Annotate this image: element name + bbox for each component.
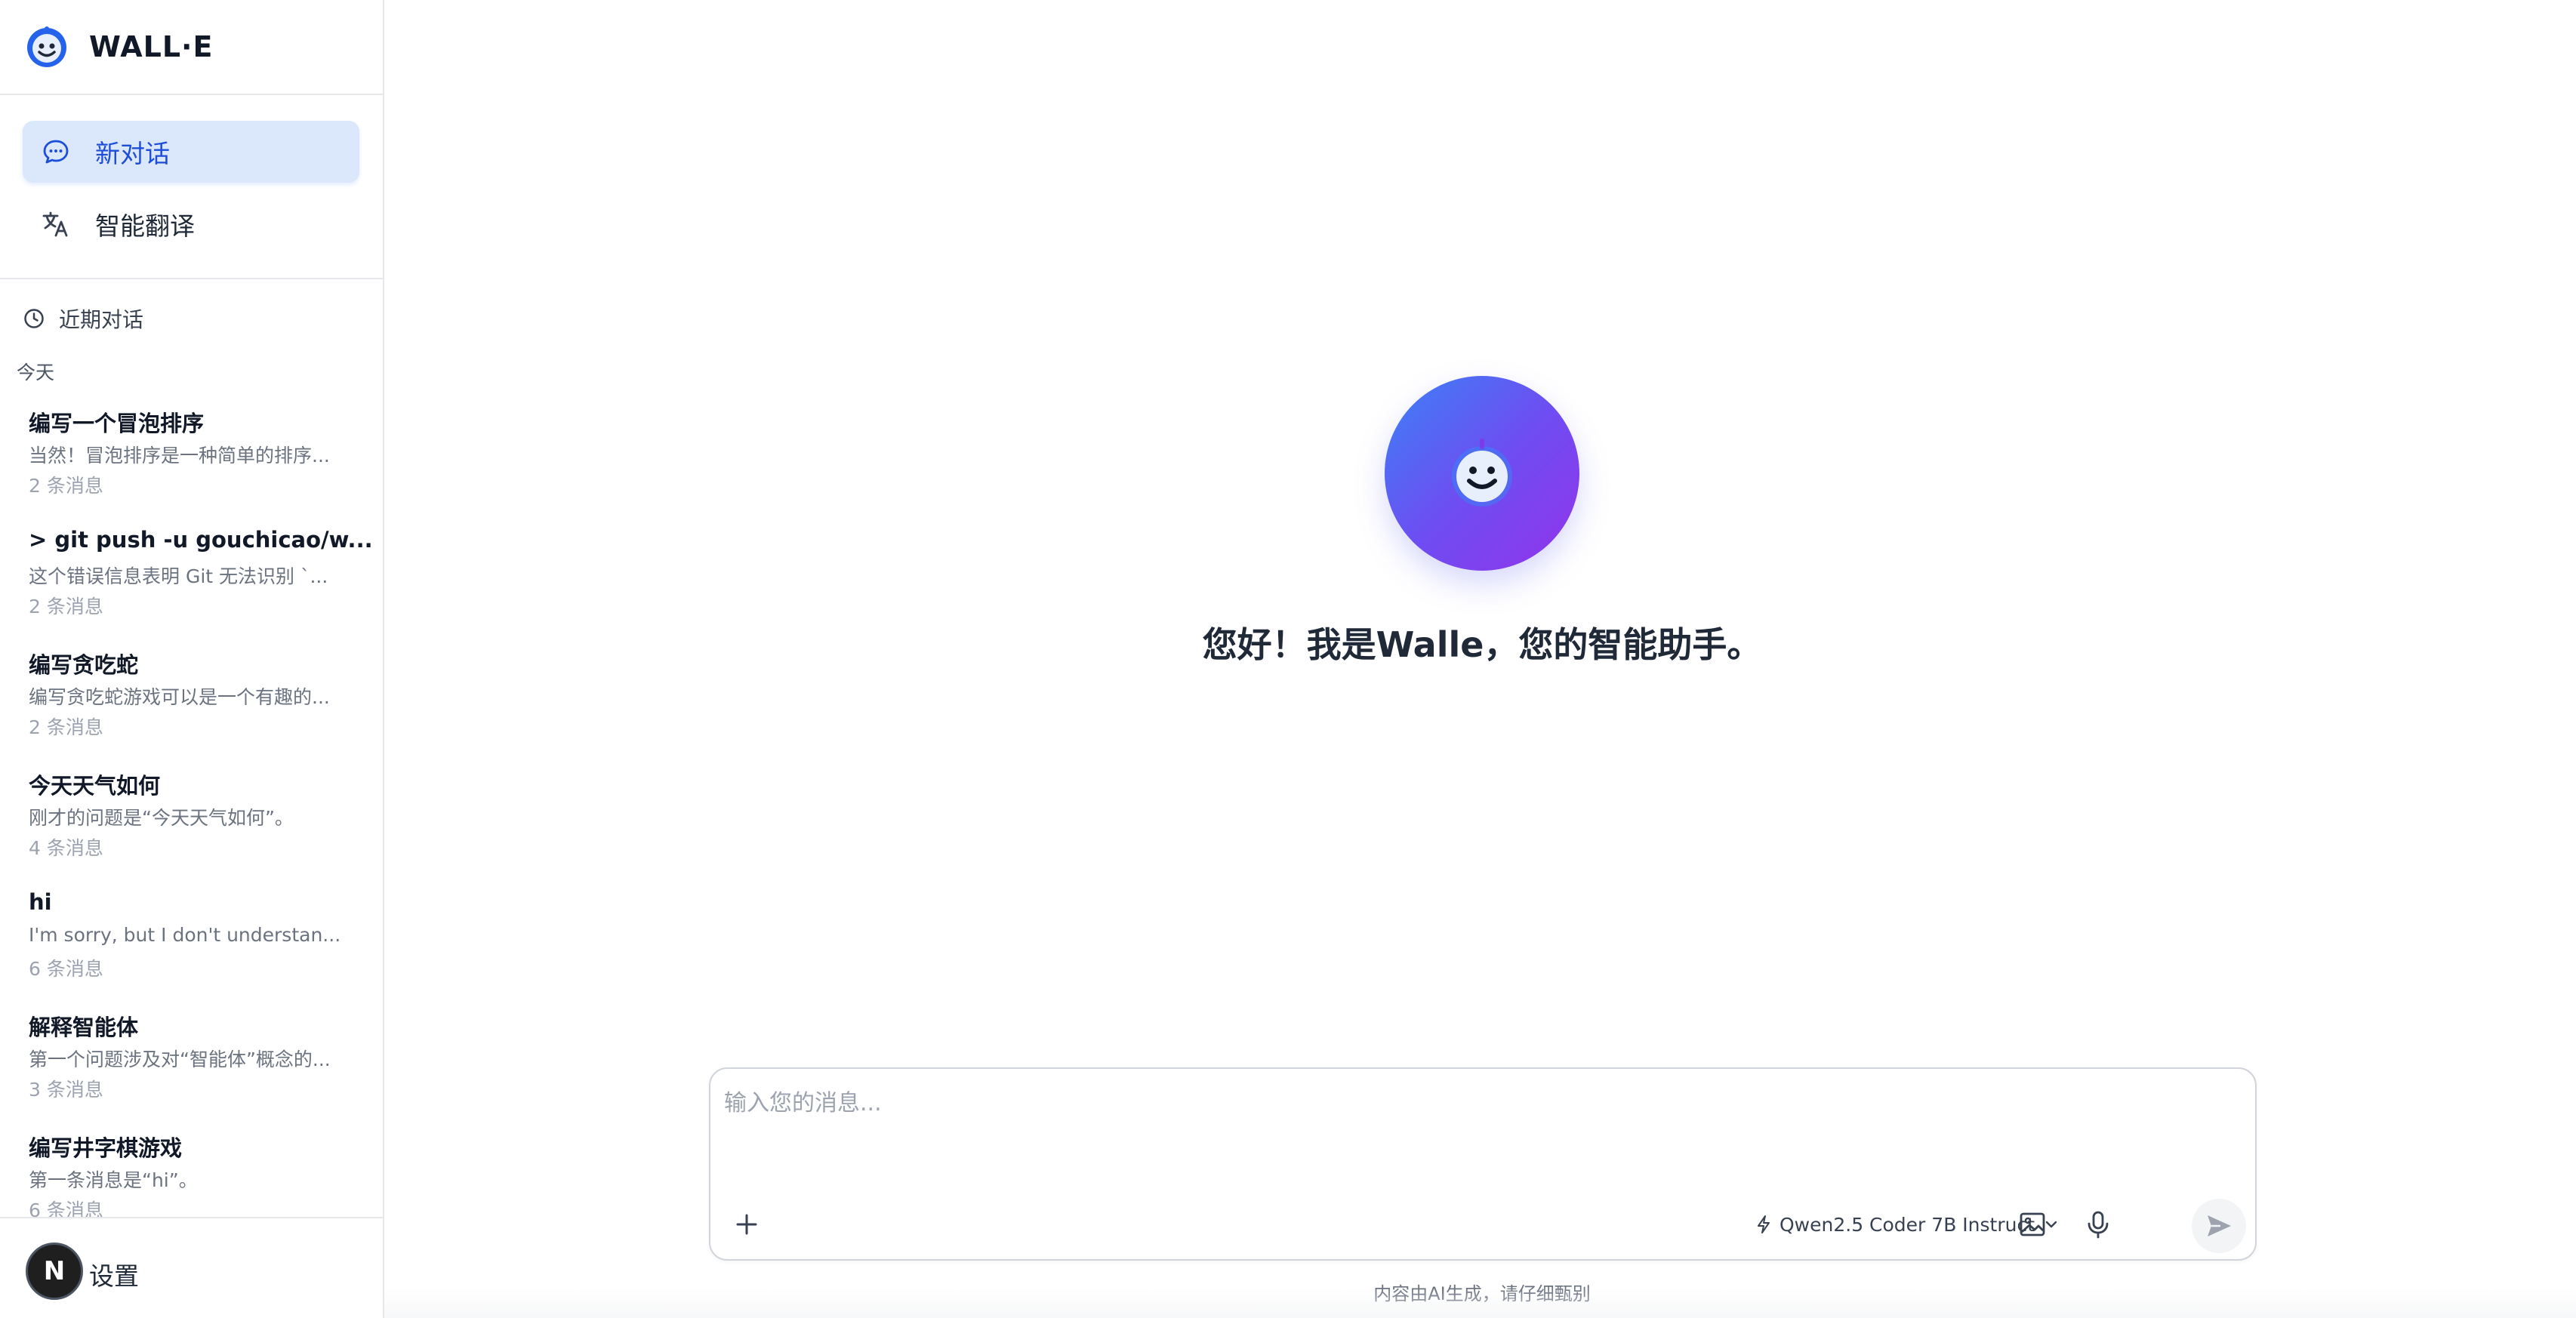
translate-button[interactable]: 智能翻译 — [23, 193, 359, 255]
clock-icon — [24, 309, 44, 328]
avatar-letter: N — [43, 1256, 66, 1286]
microphone-icon — [2088, 1211, 2109, 1239]
image-upload-button[interactable] — [2013, 1205, 2052, 1244]
app-name: WALL·E — [89, 30, 214, 63]
send-button[interactable] — [2192, 1199, 2246, 1253]
lightning-icon — [1758, 1215, 1770, 1233]
recent-header: 近期对话 — [23, 303, 143, 334]
date-group-label: 今天 — [17, 362, 55, 383]
conversation-title: 编写贪吃蛇 — [29, 652, 139, 678]
conversation-preview: 刚才的问题是“今天天气如何”。 — [29, 807, 294, 829]
new-chat-button[interactable]: 新对话 — [23, 121, 359, 183]
chat-bubble-icon — [43, 140, 69, 164]
send-icon — [2208, 1215, 2231, 1236]
conversation-item[interactable]: hi I'm sorry, but I don't understan... 6… — [29, 889, 361, 995]
main-area: 您好！我是Walle，您的智能助手。 Qwen2.5 Coder 7B Inst… — [384, 0, 2576, 1318]
conversation-preview: 编写贪吃蛇游戏可以是一个有趣的... — [29, 686, 330, 708]
conversation-count: 2 条消息 — [29, 716, 103, 738]
conversation-preview: 当然！冒泡排序是一种简单的排序... — [29, 445, 330, 467]
plus-icon — [736, 1214, 757, 1235]
attach-button[interactable] — [730, 1208, 763, 1241]
new-chat-label: 新对话 — [95, 139, 170, 168]
conversation-preview: 这个错误信息表明 Git 无法识别 `... — [29, 565, 328, 587]
greeting-text: 您好！我是Walle，您的智能助手。 — [1202, 624, 1762, 665]
robot-face-icon — [1452, 439, 1512, 507]
conversation-count: 2 条消息 — [29, 596, 103, 617]
conversation-count: 6 条消息 — [29, 1199, 103, 1217]
sidebar-footer: N 设置 — [0, 1217, 383, 1318]
conversation-preview: 第一条消息是“hi”。 — [29, 1169, 198, 1191]
conversation-title: 解释智能体 — [29, 1015, 139, 1040]
conversation-title: hi — [29, 889, 52, 915]
image-icon — [2020, 1212, 2045, 1236]
user-avatar[interactable]: N — [26, 1243, 83, 1300]
conversation-item[interactable]: 解释智能体 第一个问题涉及对“智能体”概念的... 3 条消息 — [29, 1010, 361, 1116]
conversation-title: 编写一个冒泡排序 — [29, 411, 205, 436]
conversation-preview: 第一个问题涉及对“智能体”概念的... — [29, 1049, 331, 1070]
conversation-item[interactable]: 编写井字棋游戏 第一条消息是“hi”。 6 条消息 — [29, 1131, 361, 1217]
voice-input-button[interactable] — [2078, 1205, 2118, 1244]
translate-icon — [42, 211, 68, 237]
brand-header: WALL·E — [0, 0, 383, 95]
conversation-title: 今天天气如何 — [29, 773, 161, 799]
message-input[interactable] — [723, 1082, 2236, 1176]
conversation-item[interactable]: 编写贪吃蛇 编写贪吃蛇游戏可以是一个有趣的... 2 条消息 — [29, 648, 361, 753]
recent-label: 近期对话 — [59, 307, 144, 332]
bottom-fade — [384, 1288, 2576, 1318]
conversation-count: 4 条消息 — [29, 837, 103, 859]
conversation-item[interactable]: 今天天气如何 刚才的问题是“今天天气如何”。 4 条消息 — [29, 768, 361, 874]
conversation-count: 6 条消息 — [29, 958, 103, 980]
assistant-avatar — [1385, 376, 1579, 571]
sidebar-divider — [0, 278, 383, 279]
conversation-item[interactable]: > git push -u gouchicao/w... 这个错误信息表明 Gi… — [29, 527, 373, 633]
model-name: Qwen2.5 Coder 7B Instruct — [1779, 1213, 2035, 1236]
conversation-title: > git push -u gouchicao/w... — [29, 527, 373, 553]
translate-label: 智能翻译 — [95, 211, 195, 241]
conversation-item[interactable]: 编写一个冒泡排序 当然！冒泡排序是一种简单的排序... 2 条消息 — [29, 406, 361, 512]
conversation-count: 3 条消息 — [29, 1079, 103, 1101]
message-composer: Qwen2.5 Coder 7B Instruct — [709, 1067, 2257, 1261]
conversation-preview: I'm sorry, but I don't understan... — [29, 924, 341, 946]
conversation-title: 编写井字棋游戏 — [29, 1135, 183, 1161]
sidebar: WALL·E 新对话 智能翻译 近期对话 今天 编写一个冒泡排序 当然！冒泡排序… — [0, 0, 384, 1318]
conversation-count: 2 条消息 — [29, 475, 103, 497]
robot-face-icon — [27, 26, 66, 67]
settings-button[interactable]: 设置 — [89, 1256, 139, 1292]
